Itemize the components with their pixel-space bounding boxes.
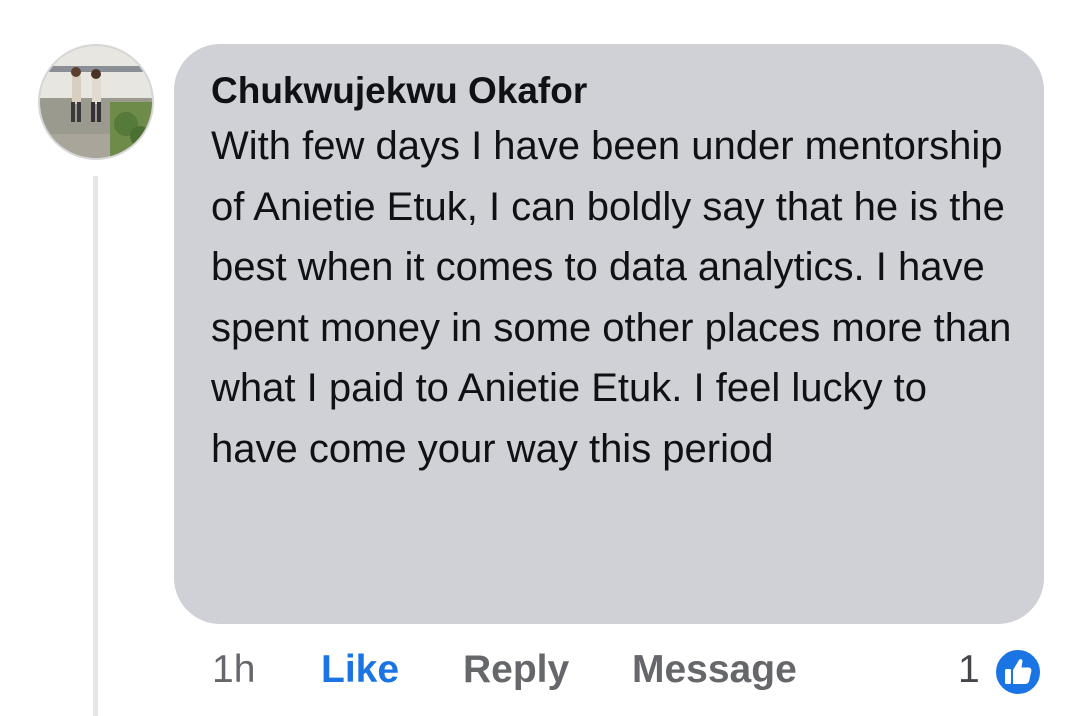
comment-actions: 1h Like Reply Message 1 <box>0 642 1080 698</box>
thumbs-up-icon[interactable] <box>994 648 1042 696</box>
like-button[interactable]: Like <box>321 642 399 698</box>
avatar[interactable] <box>38 44 154 160</box>
comment-text: With few days I have been under mentorsh… <box>211 124 1012 471</box>
reply-button[interactable]: Reply <box>463 642 569 698</box>
comment-time[interactable]: 1h <box>212 642 255 698</box>
avatar-photo <box>40 46 152 158</box>
reaction-count[interactable]: 1 <box>958 642 980 698</box>
message-button[interactable]: Message <box>632 642 797 698</box>
comment-bubble: Chukwujekwu Okafor With few days I have … <box>174 44 1044 624</box>
thread-line <box>93 176 98 716</box>
comment-author[interactable]: Chukwujekwu Okafor <box>211 68 1014 114</box>
